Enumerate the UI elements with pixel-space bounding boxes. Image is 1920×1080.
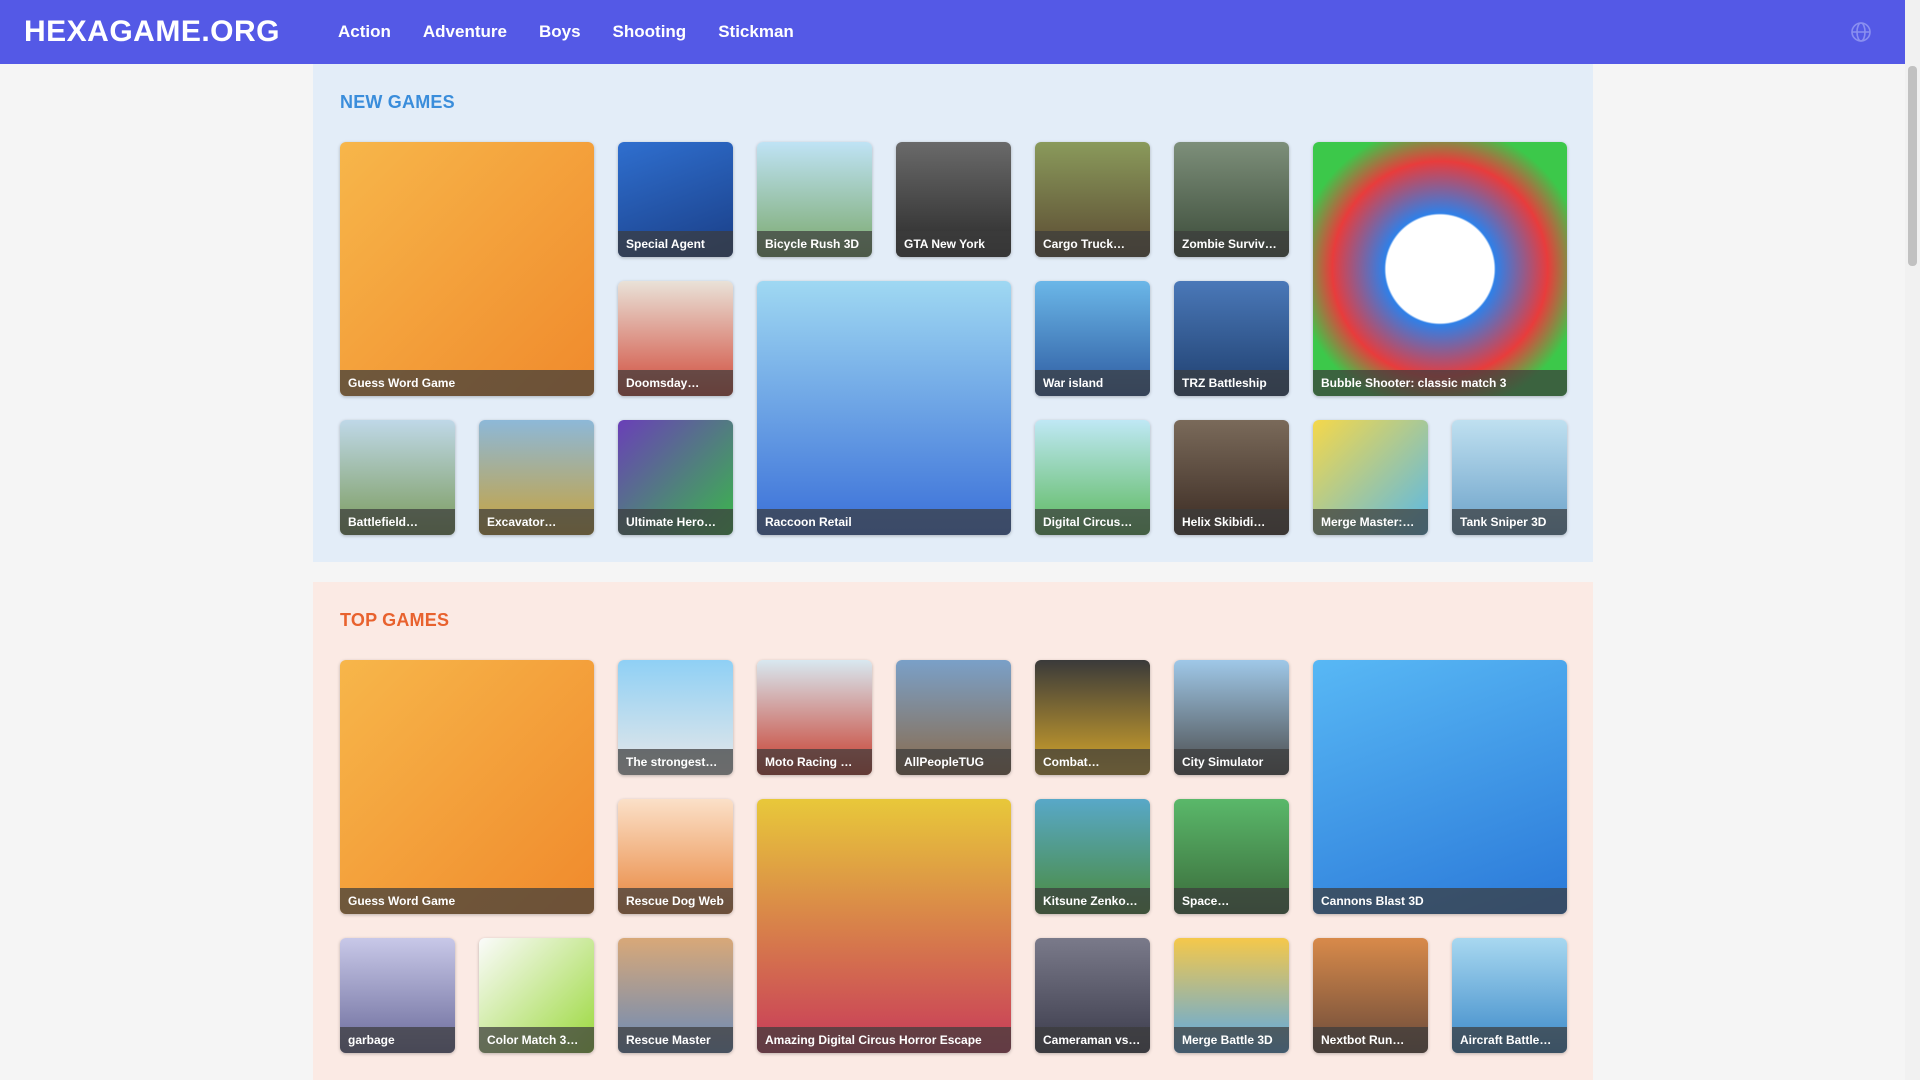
game-title: War island: [1035, 370, 1150, 396]
game-title: TRZ Battleship: [1174, 370, 1289, 396]
game-thumbnail: [340, 660, 594, 914]
game-title: Kitsune Zenko…: [1035, 888, 1150, 914]
main-nav: Action Adventure Boys Shooting Stickman: [338, 22, 826, 42]
game-title: Ultimate Hero…: [618, 509, 733, 535]
game-tile[interactable]: Helix Skibidi…: [1174, 420, 1289, 535]
game-thumbnail: [757, 281, 1011, 535]
game-title: Raccoon Retail: [757, 509, 1011, 535]
top-games-grid: Guess Word Game The strongest… Moto Racing…: [340, 660, 1567, 1053]
game-title: Guess Word Game: [340, 370, 594, 396]
game-tile[interactable]: Digital Circus…: [1035, 420, 1150, 535]
globe-icon[interactable]: [1849, 20, 1873, 44]
game-tile[interactable]: Amazing Digital Circus Horror Escape: [757, 799, 1011, 1053]
game-tile[interactable]: Excavator…: [479, 420, 594, 535]
game-tile[interactable]: Rescue Dog Web: [618, 799, 733, 914]
game-title: Battlefield…: [340, 509, 455, 535]
game-tile[interactable]: AllPeopleTUG: [896, 660, 1011, 775]
game-title: The strongest…: [618, 749, 733, 775]
game-title: Doomsday…: [618, 370, 733, 396]
game-title: Rescue Dog Web: [618, 888, 733, 914]
game-title: Cannons Blast 3D: [1313, 888, 1567, 914]
game-tile[interactable]: Merge Master:…: [1313, 420, 1428, 535]
game-title: Excavator…: [479, 509, 594, 535]
game-title: garbage: [340, 1027, 455, 1053]
game-tile[interactable]: City Simulator: [1174, 660, 1289, 775]
nav-stickman[interactable]: Stickman: [718, 22, 794, 42]
game-title: Special Agent: [618, 231, 733, 257]
game-tile[interactable]: Tank Sniper 3D: [1452, 420, 1567, 535]
game-title: AllPeopleTUG: [896, 749, 1011, 775]
game-title: Merge Battle 3D: [1174, 1027, 1289, 1053]
game-tile[interactable]: Guess Word Game: [340, 660, 594, 914]
game-tile[interactable]: Space…: [1174, 799, 1289, 914]
game-tile[interactable]: Guess Word Game: [340, 142, 594, 396]
game-title: GTA New York: [896, 231, 1011, 257]
game-title: Zombie Surviv…: [1174, 231, 1289, 257]
game-tile[interactable]: Rescue Master: [618, 938, 733, 1053]
scrollbar-thumb[interactable]: [1908, 66, 1917, 266]
site-logo[interactable]: HEXAGAME.ORG: [24, 15, 338, 49]
nav-shooting[interactable]: Shooting: [613, 22, 687, 42]
game-tile[interactable]: Color Match 3…: [479, 938, 594, 1053]
game-title: Rescue Master: [618, 1027, 733, 1053]
game-tile[interactable]: Aircraft Battle…: [1452, 938, 1567, 1053]
game-tile[interactable]: Bicycle Rush 3D: [757, 142, 872, 257]
game-title: Bubble Shooter: classic match 3: [1313, 370, 1567, 396]
game-tile[interactable]: Combat…: [1035, 660, 1150, 775]
game-title: Aircraft Battle…: [1452, 1027, 1567, 1053]
game-tile[interactable]: Nextbot Run…: [1313, 938, 1428, 1053]
game-title: Tank Sniper 3D: [1452, 509, 1567, 535]
game-tile[interactable]: Cargo Truck…: [1035, 142, 1150, 257]
nav-adventure[interactable]: Adventure: [423, 22, 507, 42]
game-title: Bicycle Rush 3D: [757, 231, 872, 257]
game-tile[interactable]: Battlefield…: [340, 420, 455, 535]
game-tile[interactable]: Ultimate Hero…: [618, 420, 733, 535]
game-thumbnail: [1313, 142, 1567, 396]
game-tile[interactable]: Bubble Shooter: classic match 3: [1313, 142, 1567, 396]
game-thumbnail: [757, 799, 1011, 1053]
game-tile[interactable]: The strongest…: [618, 660, 733, 775]
game-title: Helix Skibidi…: [1174, 509, 1289, 535]
game-thumbnail: [1313, 660, 1567, 914]
top-navbar: HEXAGAME.ORG Action Adventure Boys Shoot…: [0, 0, 1905, 64]
game-title: Combat…: [1035, 749, 1150, 775]
game-tile[interactable]: War island: [1035, 281, 1150, 396]
game-title: Amazing Digital Circus Horror Escape: [757, 1027, 1011, 1053]
top-games-section: TOP GAMES Guess Word Game The strongest… M…: [313, 582, 1593, 1080]
game-tile[interactable]: Zombie Surviv…: [1174, 142, 1289, 257]
game-tile[interactable]: Special Agent: [618, 142, 733, 257]
game-title: Color Match 3…: [479, 1027, 594, 1053]
game-tile[interactable]: Merge Battle 3D: [1174, 938, 1289, 1053]
game-tile[interactable]: garbage: [340, 938, 455, 1053]
game-tile[interactable]: Doomsday…: [618, 281, 733, 396]
game-title: Moto Racing …: [757, 749, 872, 775]
game-title: Guess Word Game: [340, 888, 594, 914]
game-title: Cameraman vs…: [1035, 1027, 1150, 1053]
game-title: Digital Circus…: [1035, 509, 1150, 535]
nav-boys[interactable]: Boys: [539, 22, 581, 42]
game-tile[interactable]: TRZ Battleship: [1174, 281, 1289, 396]
game-tile[interactable]: GTA New York: [896, 142, 1011, 257]
game-title: Nextbot Run…: [1313, 1027, 1428, 1053]
game-tile[interactable]: Raccoon Retail: [757, 281, 1011, 535]
new-games-section: NEW GAMES Guess Word Game Special Agent Bi…: [313, 64, 1593, 562]
new-games-title: NEW GAMES: [340, 92, 455, 112]
game-title: Merge Master:…: [1313, 509, 1428, 535]
game-title: Cargo Truck…: [1035, 231, 1150, 257]
game-tile[interactable]: Cameraman vs…: [1035, 938, 1150, 1053]
game-tile[interactable]: Kitsune Zenko…: [1035, 799, 1150, 914]
game-tile[interactable]: Cannons Blast 3D: [1313, 660, 1567, 914]
nav-action[interactable]: Action: [338, 22, 391, 42]
game-title: City Simulator: [1174, 749, 1289, 775]
game-thumbnail: [340, 142, 594, 396]
game-title: Space…: [1174, 888, 1289, 914]
new-games-grid: Guess Word Game Special Agent Bicycle Rush…: [340, 142, 1567, 535]
page-scrollbar[interactable]: [1905, 0, 1920, 1080]
game-tile[interactable]: Moto Racing …: [757, 660, 872, 775]
top-games-title: TOP GAMES: [340, 610, 450, 630]
